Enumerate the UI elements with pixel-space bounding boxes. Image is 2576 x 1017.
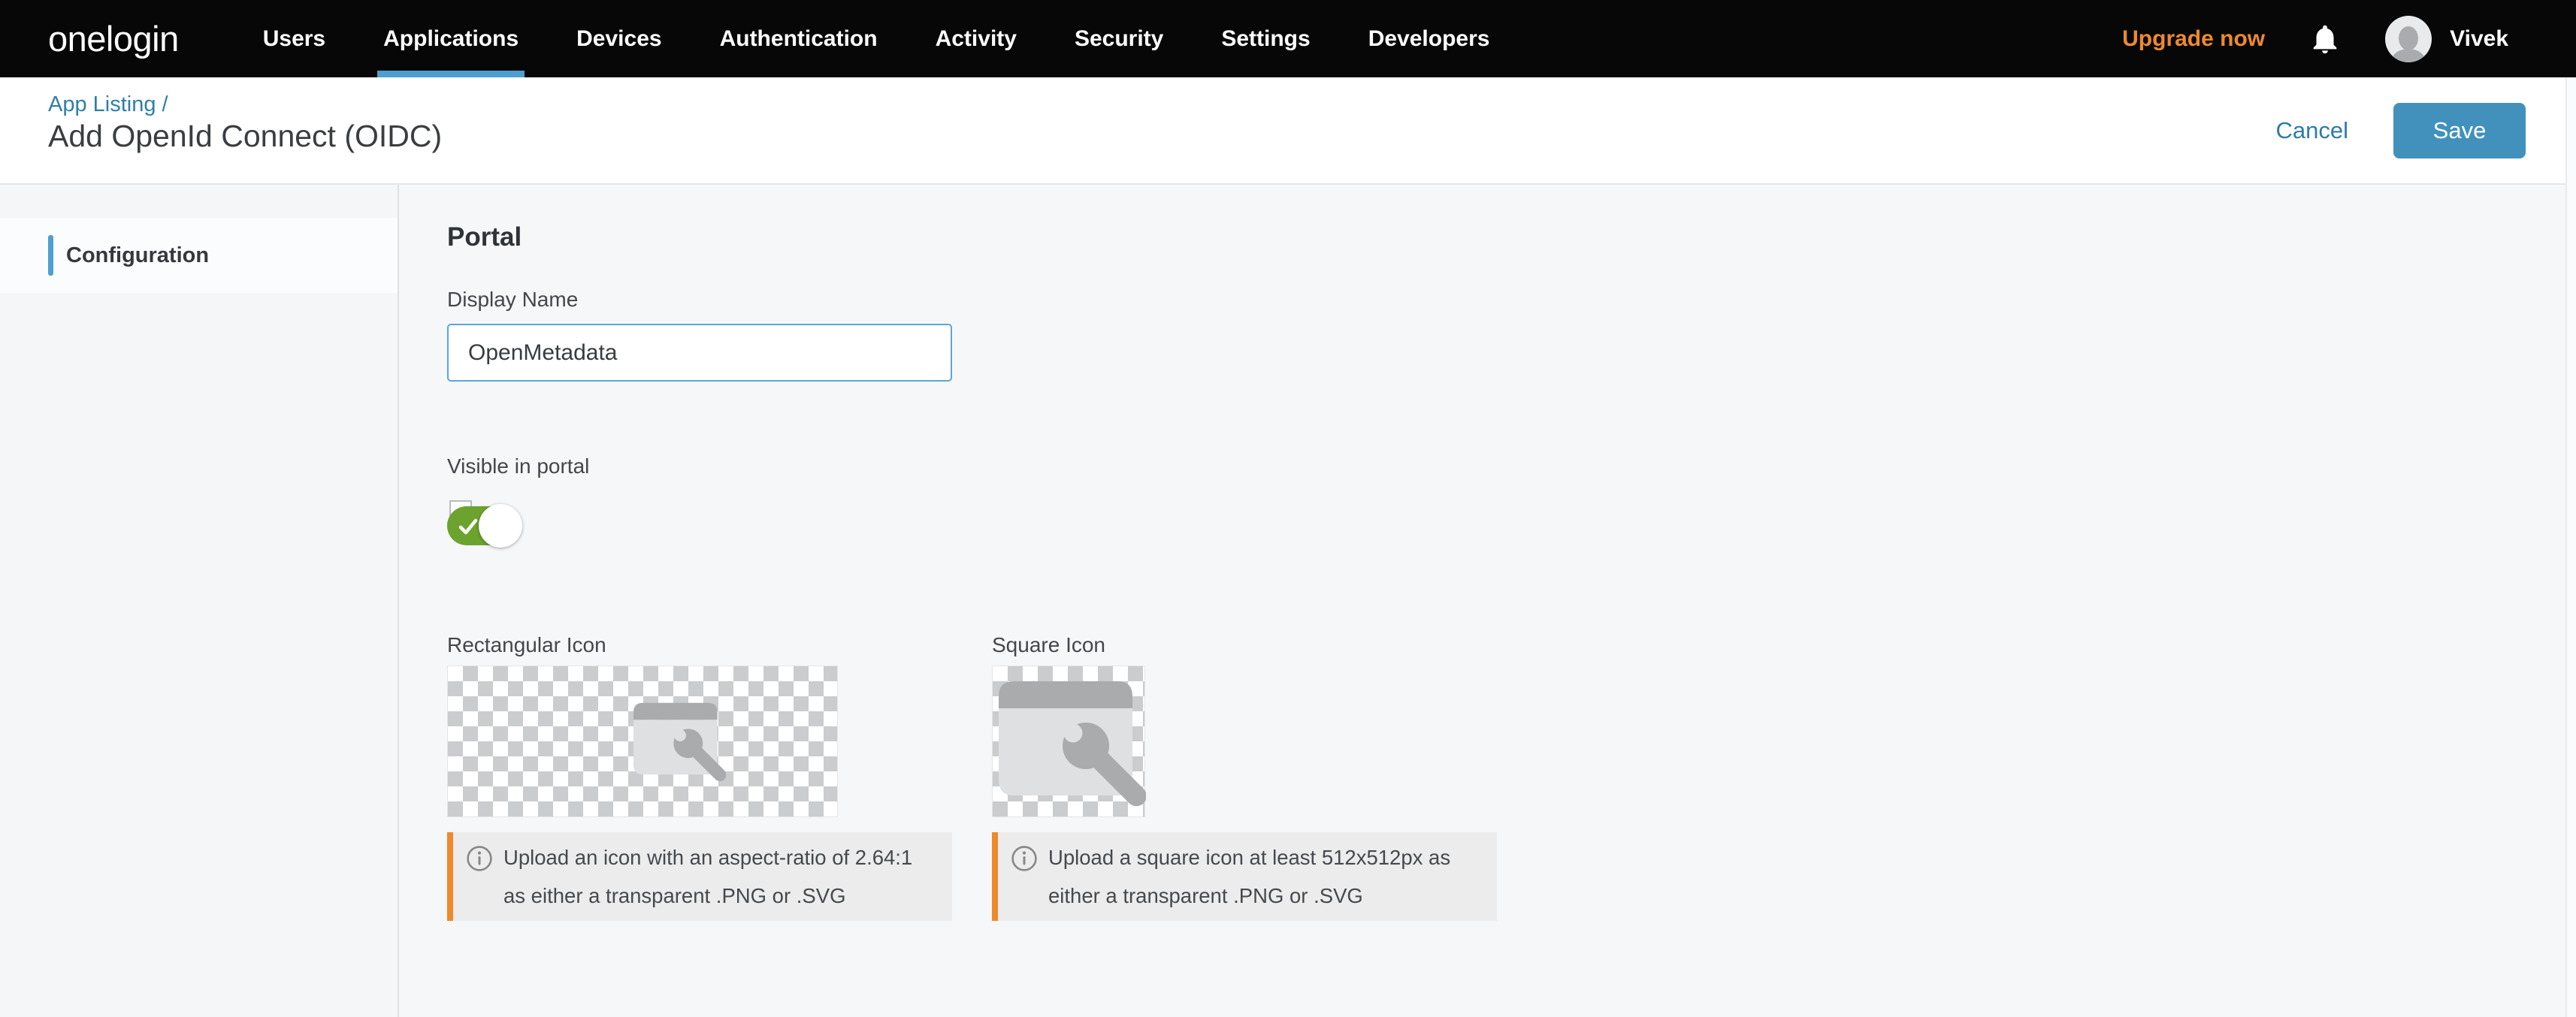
- cancel-button[interactable]: Cancel: [2276, 117, 2349, 144]
- checkmark-icon: [458, 518, 478, 535]
- bell-icon[interactable]: [2308, 22, 2342, 56]
- primary-nav: Users Applications Devices Authenticatio…: [263, 0, 1548, 77]
- nav-item-users[interactable]: Users: [263, 0, 325, 77]
- info-circle-icon: [467, 846, 492, 871]
- breadcrumb[interactable]: App Listing /: [48, 92, 168, 117]
- user-name[interactable]: Vivek: [2450, 26, 2508, 52]
- header-actions: Cancel Save: [2276, 77, 2526, 183]
- nav-item-developers[interactable]: Developers: [1368, 0, 1490, 77]
- nav-item-applications[interactable]: Applications: [377, 0, 525, 77]
- active-indicator: [48, 235, 53, 276]
- page-title: Add OpenId Connect (OIDC): [48, 119, 443, 153]
- upgrade-now-link[interactable]: Upgrade now: [2122, 26, 2265, 52]
- user-avatar[interactable]: [2385, 15, 2432, 62]
- onelogin-logo[interactable]: onelogin: [48, 18, 179, 59]
- info-circle-icon: [1011, 846, 1037, 871]
- nav-item-authentication[interactable]: Authentication: [720, 0, 878, 77]
- nav-item-settings[interactable]: Settings: [1221, 0, 1310, 77]
- section-title-portal: Portal: [447, 222, 522, 252]
- visible-in-portal-label: Visible in portal: [447, 454, 590, 478]
- nav-item-security[interactable]: Security: [1075, 0, 1163, 77]
- content-area: Configuration Portal Display Name Visibl…: [0, 185, 2576, 1017]
- square-icon-info: Upload a square icon at least 512x512px …: [992, 832, 1497, 921]
- avatar-person-icon: [2399, 26, 2419, 50]
- toggle-knob: [479, 504, 522, 548]
- rectangular-icon-info-text: Upload an icon with an aspect-ratio of 2…: [503, 846, 913, 907]
- page-header: App Listing / Add OpenId Connect (OIDC) …: [0, 77, 2576, 185]
- nav-item-devices[interactable]: Devices: [576, 0, 661, 77]
- save-button[interactable]: Save: [2393, 102, 2526, 158]
- rectangular-icon-info: Upload an icon with an aspect-ratio of 2…: [447, 832, 952, 921]
- square-icon-info-text: Upload a square icon at least 512x512px …: [1048, 846, 1451, 907]
- app-window-wrench-icon: [633, 702, 726, 784]
- square-icon-label: Square Icon: [992, 633, 1105, 656]
- nav-item-activity[interactable]: Activity: [936, 0, 1017, 77]
- app-window-wrench-icon: [999, 681, 1151, 810]
- navbar-right: Upgrade now Vivek: [2122, 15, 2576, 62]
- top-navbar: onelogin Users Applications Devices Auth…: [0, 0, 2576, 77]
- sidebar-item-label: Configuration: [66, 243, 210, 267]
- rectangular-icon-label: Rectangular Icon: [447, 633, 606, 656]
- app-root: onelogin Users Applications Devices Auth…: [0, 0, 2576, 1017]
- display-name-input[interactable]: [447, 324, 952, 382]
- sidebar: Configuration: [0, 185, 399, 1017]
- visible-in-portal-toggle[interactable]: [447, 500, 525, 548]
- sidebar-item-configuration[interactable]: Configuration: [0, 218, 398, 293]
- rectangular-icon-upload[interactable]: [447, 665, 838, 817]
- square-icon-upload[interactable]: [992, 665, 1151, 817]
- display-name-label: Display Name: [447, 288, 579, 311]
- scrollbar-track[interactable]: [2565, 77, 2576, 1017]
